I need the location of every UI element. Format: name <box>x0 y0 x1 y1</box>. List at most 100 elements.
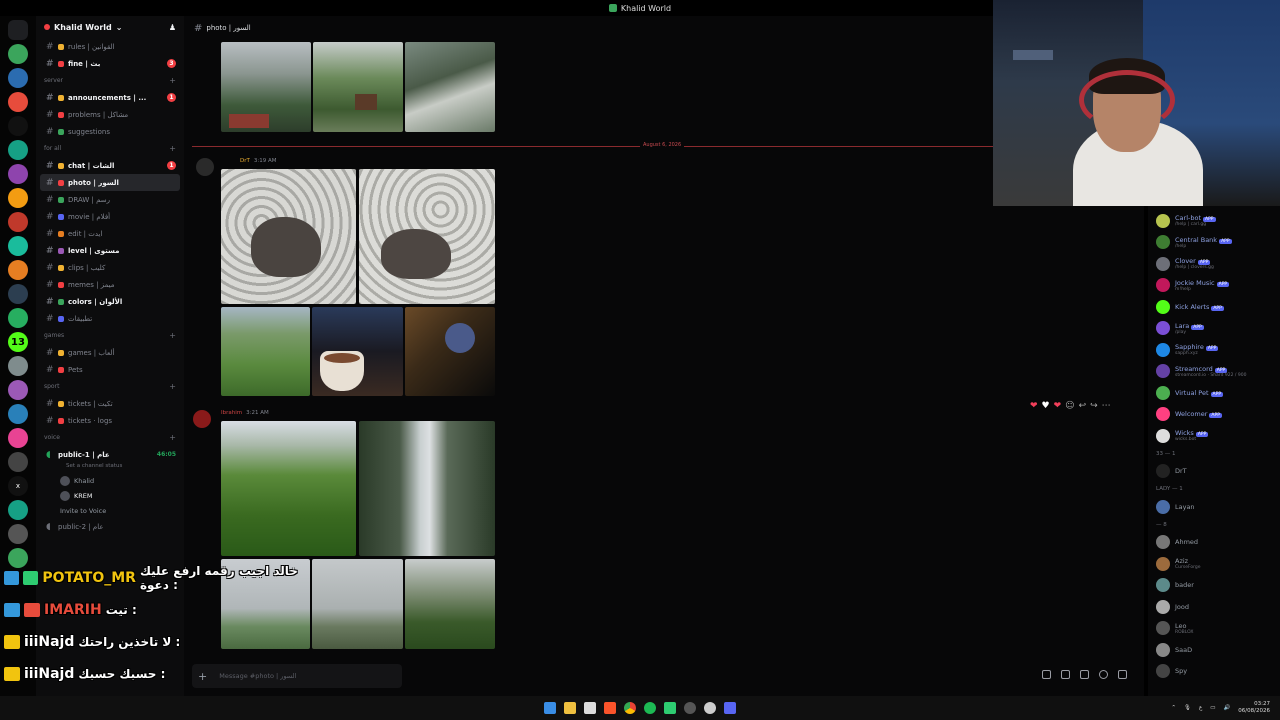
channel-category[interactable]: for all + <box>36 140 184 157</box>
server-icon[interactable] <box>8 44 28 64</box>
channel-item[interactable]: # movie | أفلام <box>36 208 184 225</box>
channel-item[interactable]: # تطبيقات <box>36 310 184 327</box>
voice-channel[interactable]: ◖ public-1 | عام 46:05 <box>36 446 184 463</box>
clock[interactable]: 03:27 06/08/2026 <box>1238 701 1270 714</box>
chevron-up-icon[interactable]: ⌃ <box>1171 705 1176 711</box>
add-channel-icon[interactable]: + <box>169 76 176 85</box>
reply-icon[interactable]: ↩ <box>1079 401 1087 411</box>
photo-attachment[interactable] <box>313 42 403 132</box>
add-reaction-icon[interactable]: ☺ <box>1065 401 1074 411</box>
photo-attachment[interactable] <box>405 42 495 132</box>
channel-category[interactable]: voice + <box>36 429 184 446</box>
member-item[interactable]: SaaD <box>1148 639 1280 661</box>
server-icon[interactable] <box>8 92 28 112</box>
avatar[interactable] <box>196 158 214 176</box>
server-icon[interactable] <box>8 308 28 328</box>
app-icon[interactable] <box>664 702 676 714</box>
channel-item[interactable]: # DRAW | رسم <box>36 191 184 208</box>
channel-item[interactable]: # tickets · logs <box>36 412 184 429</box>
brave-icon[interactable] <box>604 702 616 714</box>
avatar[interactable] <box>193 410 211 428</box>
app-icon[interactable] <box>584 702 596 714</box>
apps-icon[interactable] <box>1118 670 1127 679</box>
channel-item[interactable]: # memes | ميمز <box>36 276 184 293</box>
member-item[interactable]: Sapphire APP sapph.xyz <box>1148 339 1280 361</box>
emoji-icon[interactable] <box>1099 670 1108 679</box>
mic-icon[interactable]: 🎙 <box>1184 705 1191 711</box>
channel-item[interactable]: # chat | الشات 1 <box>36 157 184 174</box>
voice-channel[interactable]: ◖ public-2 | عام <box>36 518 184 535</box>
voice-user[interactable]: KREM <box>36 488 184 503</box>
discord-home-icon[interactable] <box>8 20 28 40</box>
ime-icon[interactable]: ع <box>1199 705 1202 711</box>
channel-item[interactable]: # edit | ايدت <box>36 225 184 242</box>
chrome-icon[interactable] <box>624 702 636 714</box>
server-icon[interactable] <box>8 428 28 448</box>
channel-item[interactable]: # rules | القوانين <box>36 38 184 55</box>
photo-attachment[interactable] <box>359 169 495 304</box>
channel-item[interactable]: # problems | مشاكل <box>36 106 184 123</box>
add-channel-icon[interactable]: + <box>169 144 176 153</box>
photo-attachment[interactable] <box>221 169 356 304</box>
member-item[interactable]: Jood <box>1148 596 1280 618</box>
channel-category[interactable]: server + <box>36 72 184 89</box>
member-item[interactable]: Virtual Pet APP <box>1148 382 1280 404</box>
server-icon[interactable] <box>8 500 28 520</box>
member-item[interactable]: Welcomer APP <box>1148 404 1280 426</box>
photo-attachment[interactable] <box>312 307 403 396</box>
photo-attachment[interactable] <box>405 559 495 649</box>
server-icon[interactable] <box>8 212 28 232</box>
add-channel-icon[interactable]: + <box>169 331 176 340</box>
server-icon[interactable] <box>8 260 28 280</box>
member-item[interactable]: Kick Alerts APP <box>1148 296 1280 318</box>
member-item[interactable]: Spy <box>1148 661 1280 683</box>
member-item[interactable]: Jockie Music APP m!help <box>1148 275 1280 297</box>
invite-to-voice[interactable]: Invite to Voice <box>36 503 184 518</box>
guild-header[interactable]: Khalid World ⌄ ♟ <box>36 16 184 38</box>
level-badge[interactable]: 13 <box>8 332 28 352</box>
server-icon[interactable] <box>8 404 28 424</box>
add-channel-icon[interactable]: + <box>169 433 176 442</box>
gif-icon[interactable] <box>1061 670 1070 679</box>
server-icon[interactable] <box>8 236 28 256</box>
message-author[interactable]: Ibrahim <box>221 410 242 416</box>
member-item[interactable]: Ahmed <box>1148 532 1280 554</box>
photo-attachment[interactable] <box>221 421 356 556</box>
add-channel-icon[interactable]: + <box>169 382 176 391</box>
server-icon[interactable] <box>8 380 28 400</box>
volume-icon[interactable]: 🔊 <box>1223 705 1230 711</box>
photo-attachment[interactable] <box>359 421 495 556</box>
member-item[interactable]: Wicks APP wicks.bot <box>1148 425 1280 447</box>
channel-category[interactable]: games + <box>36 327 184 344</box>
channel-item[interactable]: # photo | السور <box>40 174 180 191</box>
server-icon[interactable] <box>8 452 28 472</box>
channel-item[interactable]: # games | ألعاب <box>36 344 184 361</box>
member-item[interactable]: Central Bank APP/help <box>1148 232 1280 254</box>
channel-item[interactable]: # clips | كليب <box>36 259 184 276</box>
spotify-icon[interactable] <box>644 702 656 714</box>
message-author[interactable]: DrT <box>240 158 250 164</box>
server-icon[interactable] <box>8 68 28 88</box>
file-explorer-icon[interactable] <box>564 702 576 714</box>
member-item[interactable]: Aziz CurseForge <box>1148 553 1280 575</box>
server-icon[interactable] <box>8 356 28 376</box>
member-item[interactable]: bader <box>1148 575 1280 597</box>
discord-taskbar-icon[interactable] <box>724 702 736 714</box>
channel-item[interactable]: # fine | بث 3 <box>36 55 184 72</box>
channel-item[interactable]: # tickets | تكيت <box>36 395 184 412</box>
channel-item[interactable]: # Pets <box>36 361 184 378</box>
close-icon[interactable]: x <box>8 476 28 496</box>
photo-attachment[interactable] <box>221 42 311 132</box>
member-item[interactable]: Layan <box>1148 496 1280 518</box>
member-item[interactable]: Carl-bot APP/help | carl.gg <box>1148 210 1280 232</box>
heart-reaction-icon[interactable]: ❤ <box>1030 401 1038 411</box>
server-icon[interactable] <box>8 284 28 304</box>
heart-reaction-icon[interactable]: ♥ <box>1042 401 1050 411</box>
app-icon[interactable] <box>684 702 696 714</box>
channel-item[interactable]: # suggestions <box>36 123 184 140</box>
member-item[interactable]: Clover APP/help | clovers.gg <box>1148 253 1280 275</box>
member-item[interactable]: DrT <box>1148 461 1280 483</box>
forward-icon[interactable]: ↪ <box>1090 401 1098 411</box>
windows-start-icon[interactable] <box>544 702 556 714</box>
gift-icon[interactable] <box>1042 670 1051 679</box>
